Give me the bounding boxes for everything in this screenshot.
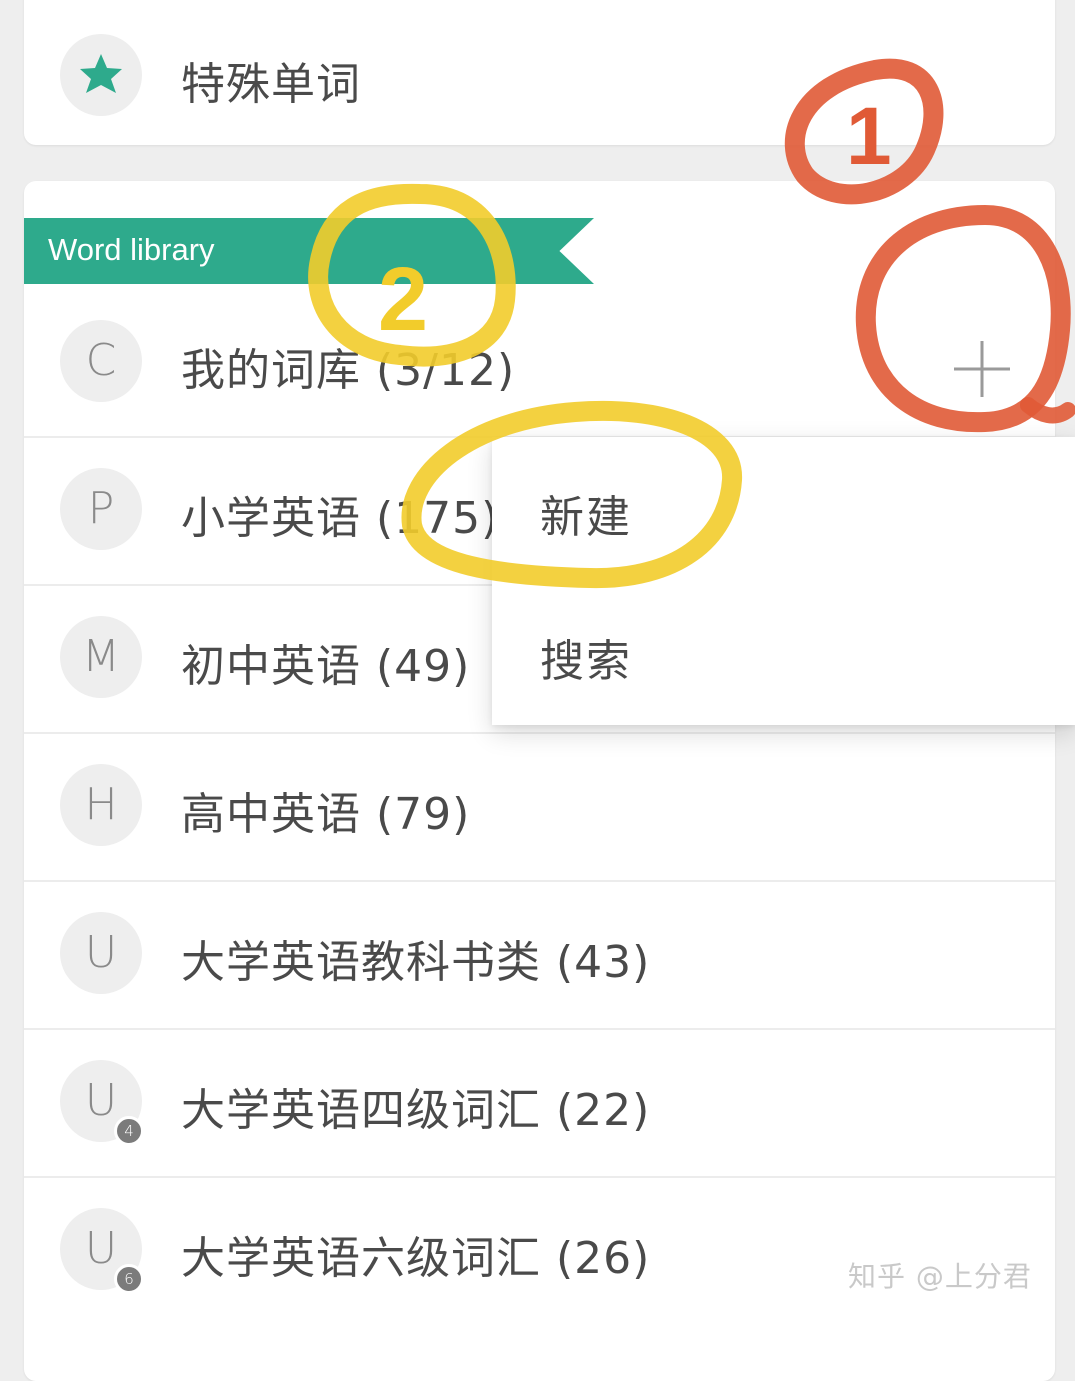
library-item-label: 小学英语 (175) — [181, 493, 500, 544]
library-item-label: 大学英语教科书类 (43) — [181, 937, 651, 988]
library-item-label: 初中英语 (49) — [181, 641, 471, 692]
watermark: 知乎 @上分君 — [848, 1260, 1032, 1293]
letter-avatar: U — [60, 912, 142, 994]
avatar-level-badge: 6 — [114, 1264, 144, 1294]
letter-avatar: U 4 — [60, 1060, 144, 1146]
menu-item-label: 搜索 — [540, 636, 632, 687]
letter-avatar: U 6 — [60, 1208, 144, 1294]
avatar-level-badge: 4 — [114, 1116, 144, 1146]
word-library-ribbon: Word library — [24, 218, 594, 284]
add-popup-menu: 新建 搜索 — [492, 437, 1075, 725]
ribbon-label: Word library — [48, 232, 215, 267]
special-words-label: 特殊单词 — [181, 59, 361, 110]
letter-avatar: C — [60, 320, 142, 402]
avatar-letter: U — [84, 1075, 118, 1126]
letter-avatar: P — [60, 468, 142, 550]
star-avatar — [60, 34, 142, 116]
menu-item-new[interactable]: 新建 — [492, 437, 1075, 581]
letter-avatar: M — [60, 616, 142, 698]
letter-avatar: H — [60, 764, 142, 846]
library-item-high-school[interactable]: H 高中英语 (79) — [24, 734, 1055, 882]
menu-item-label: 新建 — [540, 492, 632, 543]
special-words-card[interactable]: 特殊单词 — [24, 0, 1055, 145]
library-item-college-textbook[interactable]: U 大学英语教科书类 (43) — [24, 882, 1055, 1030]
library-item-my-library[interactable]: C 我的词库 (3/12) — [24, 290, 1055, 438]
word-library-card: Word library C 我的词库 (3/12) P 小学英语 (175) … — [24, 181, 1055, 1381]
library-item-label: 高中英语 (79) — [181, 789, 471, 840]
menu-item-search[interactable]: 搜索 — [492, 581, 1075, 725]
avatar-letter: U — [84, 1223, 118, 1274]
library-item-cet4[interactable]: U 4 大学英语四级词汇 (22) — [24, 1030, 1055, 1178]
library-item-label: 我的词库 (3/12) — [181, 345, 516, 396]
star-icon — [80, 54, 122, 93]
library-item-label: 大学英语六级词汇 (26) — [181, 1233, 651, 1284]
library-item-cet6[interactable]: U 6 大学英语六级词汇 (26) — [24, 1178, 1055, 1326]
library-item-label: 大学英语四级词汇 (22) — [181, 1085, 651, 1136]
